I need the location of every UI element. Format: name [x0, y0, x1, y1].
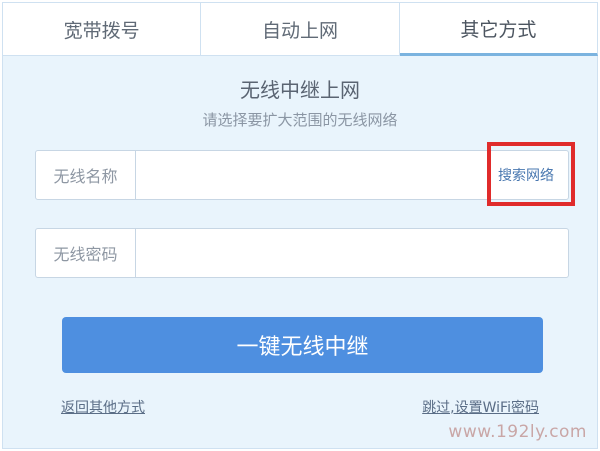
tab-bar: 宽带拨号 自动上网 其它方式 — [2, 2, 598, 56]
tab-other-methods[interactable]: 其它方式 — [399, 2, 598, 56]
highlight-annotation-box — [487, 142, 575, 206]
wireless-password-label: 无线密码 — [36, 229, 136, 277]
wireless-password-field: 无线密码 — [35, 228, 569, 278]
wireless-name-input[interactable] — [136, 151, 492, 199]
wireless-password-input[interactable] — [136, 229, 568, 277]
tab-auto-internet[interactable]: 自动上网 — [201, 2, 400, 56]
watermark-text: www.192ly.com — [448, 422, 587, 442]
wireless-name-label: 无线名称 — [36, 151, 136, 199]
one-click-relay-button[interactable]: 一键无线中继 — [62, 317, 543, 373]
panel-subtitle: 请选择要扩大范围的无线网络 — [202, 111, 398, 129]
skip-set-wifi-password-link[interactable]: 跳过,设置WiFi密码 — [422, 397, 539, 417]
back-to-other-methods-link[interactable]: 返回其他方式 — [61, 397, 145, 417]
panel-title: 无线中继上网 — [240, 78, 360, 102]
tab-broadband-dialup[interactable]: 宽带拨号 — [2, 2, 202, 56]
wireless-relay-panel: 无线中继上网 请选择要扩大范围的无线网络 无线名称 搜索网络 无线密码 一键无线… — [2, 56, 598, 449]
